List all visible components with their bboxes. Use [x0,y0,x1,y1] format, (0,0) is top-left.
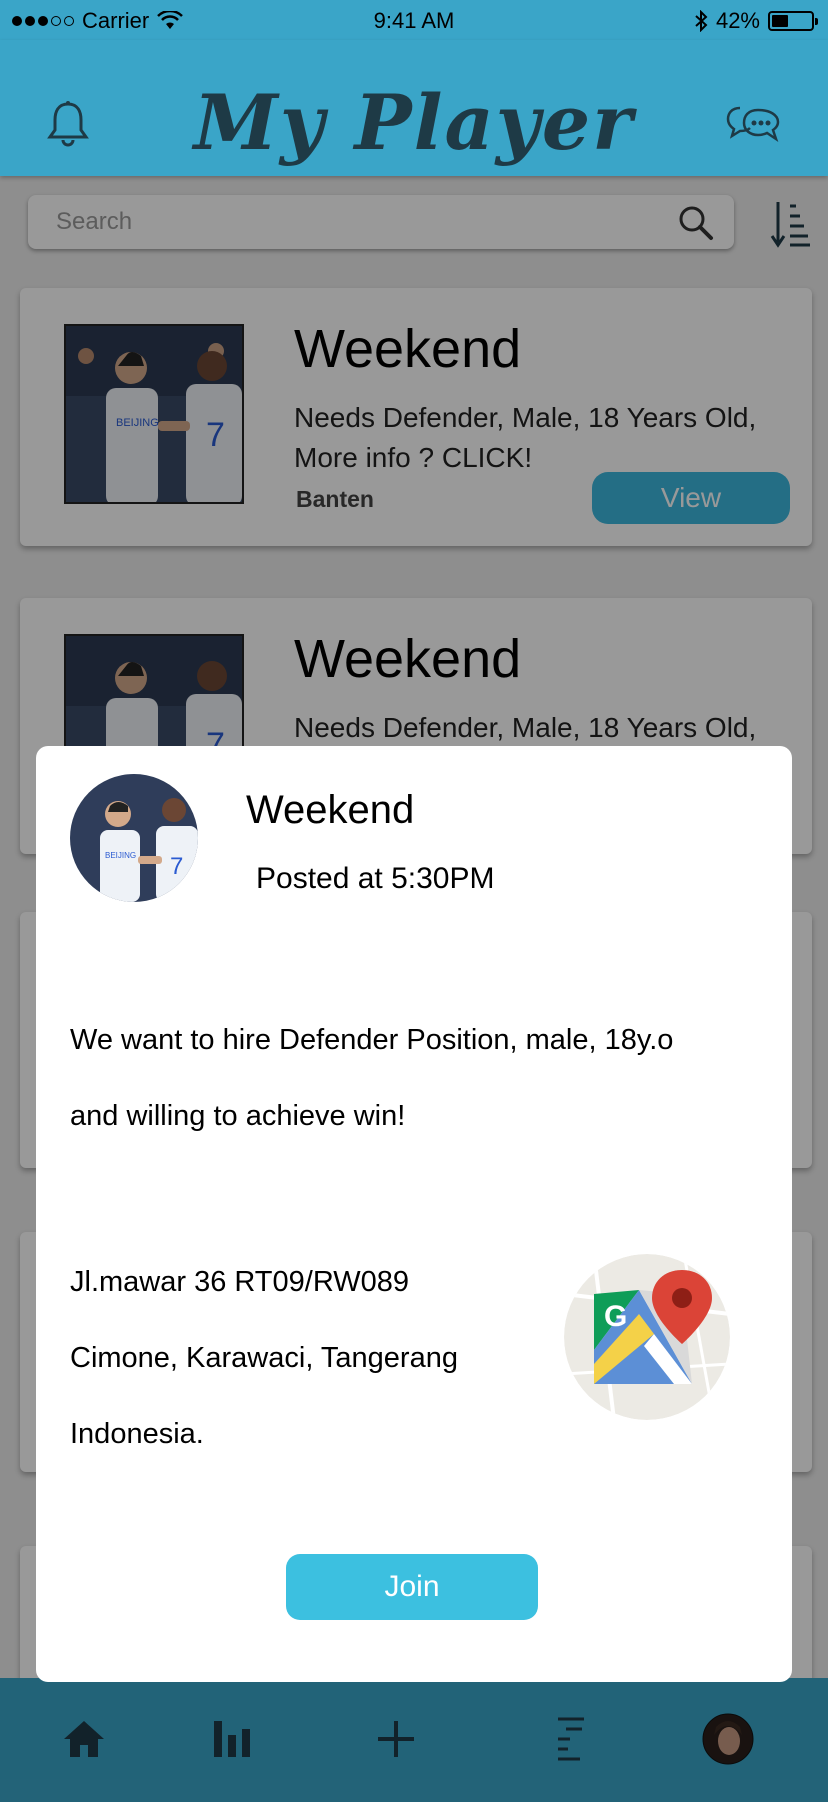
address-line: Jl.mawar 36 RT09/RW089 [70,1266,410,1298]
home-icon[interactable] [62,1714,106,1764]
battery-percent: 42% [715,8,760,33]
menu-icon[interactable] [552,1714,588,1764]
svg-text:BEIJING: BEIJING [105,851,136,860]
profile-avatar[interactable] [702,1713,754,1765]
join-button[interactable]: Join [286,1554,538,1620]
address-line: Cimone, Karawaci, Tangerang [70,1342,458,1374]
google-maps-icon[interactable]: G [564,1254,730,1420]
bottom-nav [0,1678,828,1802]
post-body-line: and willing to achieve win! [70,1100,406,1132]
post-avatar: BEIJING 7 [70,774,198,902]
address-line: Indonesia. [70,1418,204,1450]
svg-text:7: 7 [170,853,183,880]
chat-icon[interactable] [726,102,780,151]
battery-icon [768,11,818,31]
post-body-line: We want to hire Defender Position, male,… [70,1024,674,1056]
add-icon[interactable] [376,1714,416,1764]
bluetooth-icon [695,10,708,32]
app-title: My Player [193,78,635,167]
app-header: My Player [0,40,828,176]
post-detail-modal: BEIJING 7 Weekend Posted at 5:30PM We wa… [36,746,792,1682]
status-bar: Carrier 9:41 AM 42% [0,0,828,40]
modal-title: Weekend [246,788,415,832]
post-address: Jl.mawar 36 RT09/RW089 Cimone, Karawaci,… [70,1244,530,1472]
battery-level [772,15,788,27]
stats-icon[interactable] [212,1714,252,1764]
svg-text:G: G [604,1300,627,1333]
post-body: We want to hire Defender Position, male,… [70,1002,750,1154]
posted-time: Posted at 5:30PM [256,862,495,895]
